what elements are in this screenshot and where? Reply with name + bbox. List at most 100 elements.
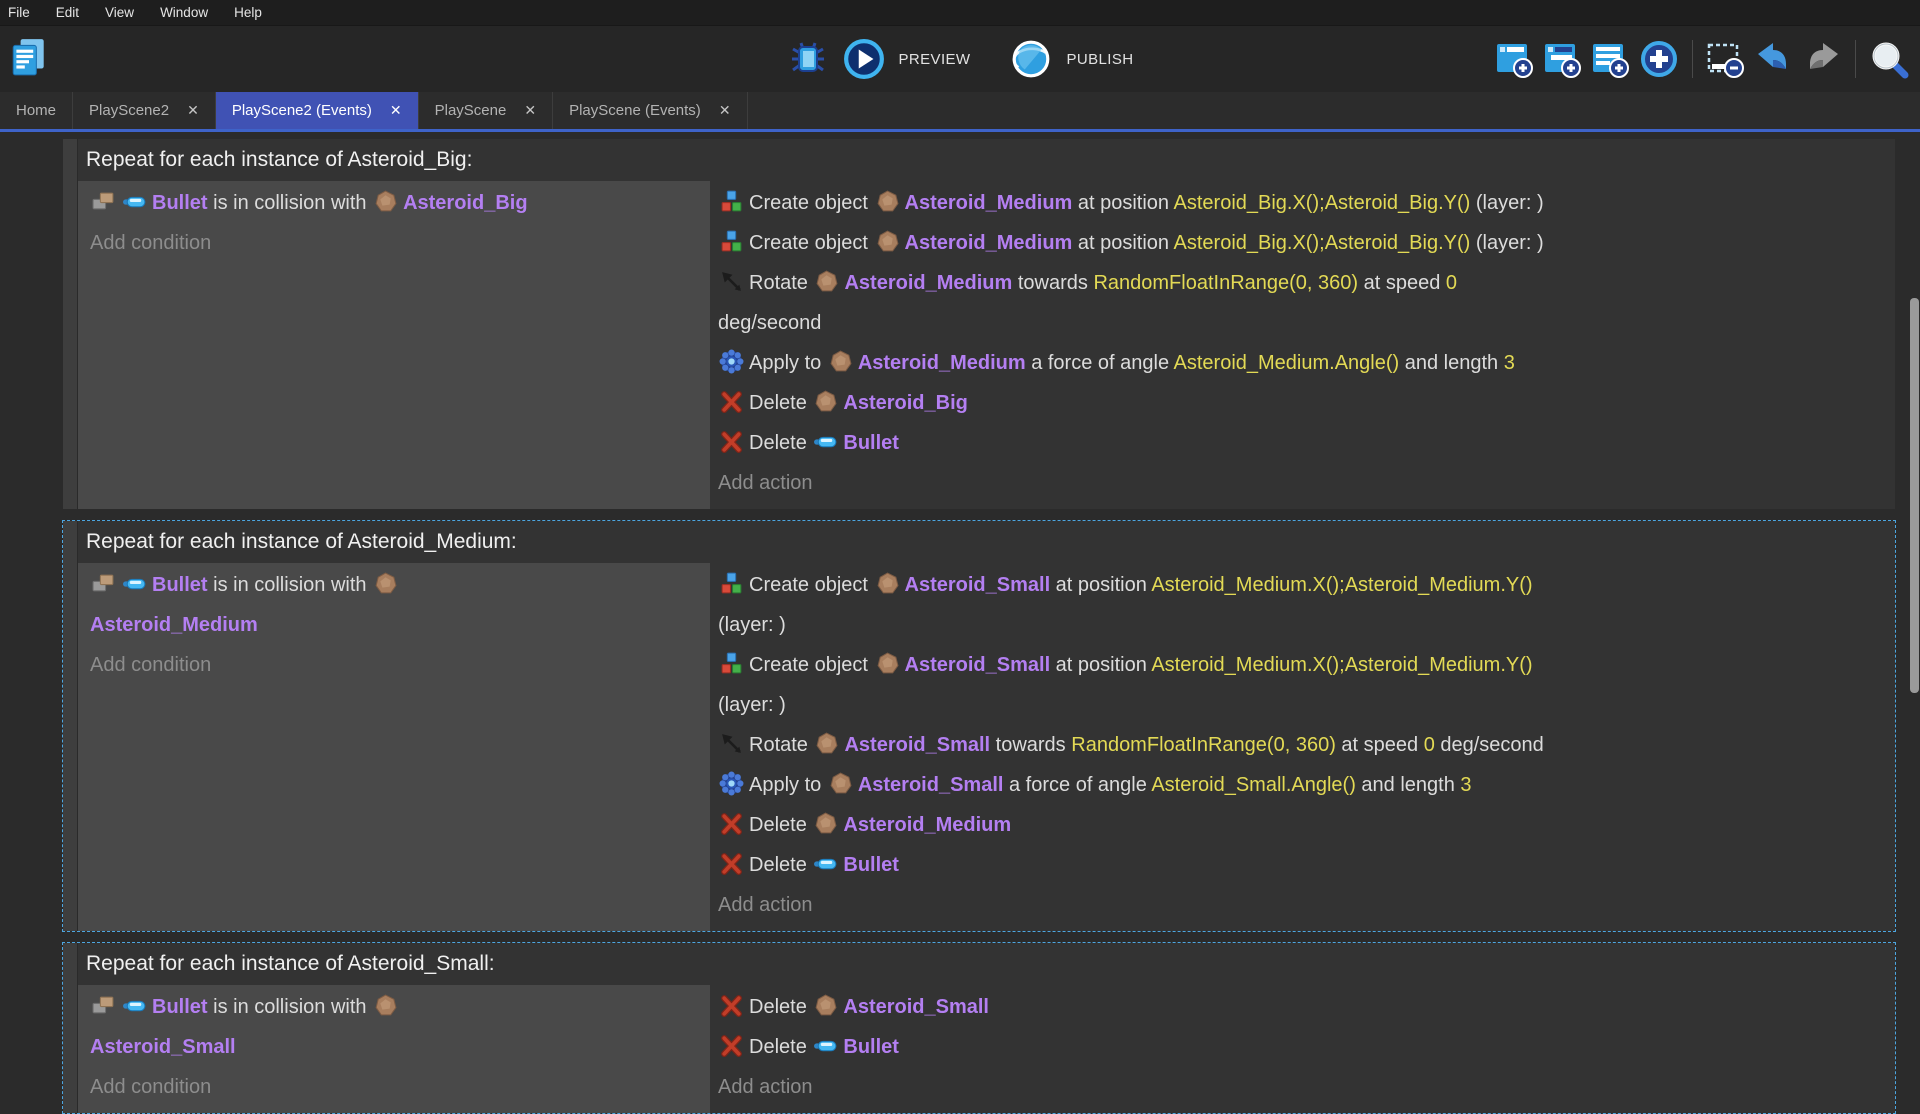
event-body: Repeat for each instance of Asteroid_Big… xyxy=(78,139,1895,509)
add-sub-event-icon[interactable] xyxy=(1542,38,1584,80)
expression: Asteroid_Medium.Angle() xyxy=(1174,352,1400,374)
tab-bar: HomePlayScene2✕PlayScene2 (Events)✕PlayS… xyxy=(0,92,1920,129)
add-action-button[interactable]: Add action xyxy=(718,463,1889,503)
action-row[interactable]: Rotate Asteroid_Small towards RandomFloa… xyxy=(718,725,1889,765)
action-row-line: Apply to Asteroid_Medium a force of angl… xyxy=(718,343,1889,383)
action-row[interactable]: Apply to Asteroid_Small a force of angle… xyxy=(718,765,1889,805)
action-row[interactable]: Create object Asteroid_Medium at positio… xyxy=(718,183,1889,223)
action-row[interactable]: Create object Asteroid_Medium at positio… xyxy=(718,223,1889,263)
action-row[interactable]: Delete Asteroid_Medium xyxy=(718,805,1889,845)
event-drag-handle[interactable] xyxy=(63,943,78,1113)
add-condition-button[interactable]: Add condition xyxy=(90,1067,704,1107)
project-manager-icon[interactable] xyxy=(8,36,50,78)
asteroid-icon xyxy=(875,228,900,253)
tab-label: PlayScene xyxy=(435,102,507,119)
object-name: Asteroid_Medium xyxy=(905,192,1073,214)
add-action-button[interactable]: Add action xyxy=(718,1067,1889,1107)
add-condition-button[interactable]: Add condition xyxy=(90,223,704,263)
condition-row[interactable]: Bullet is in collision with Asteroid_Sma… xyxy=(90,987,704,1067)
text: Rotate xyxy=(749,734,813,756)
action-row[interactable]: Rotate Asteroid_Medium towards RandomFlo… xyxy=(718,263,1889,343)
tab-home[interactable]: Home xyxy=(0,92,73,129)
action-row[interactable]: Apply to Asteroid_Medium a force of angl… xyxy=(718,343,1889,383)
add-action-button[interactable]: Add action xyxy=(718,885,1889,925)
event-header[interactable]: Repeat for each instance of Asteroid_Big… xyxy=(78,139,1895,181)
event-drag-handle[interactable] xyxy=(63,139,78,509)
event-block-2: Repeat for each instance of Asteroid_Med… xyxy=(62,520,1896,932)
publish-globe-icon[interactable] xyxy=(1010,38,1052,80)
tab-close-icon[interactable]: ✕ xyxy=(390,102,402,119)
remove-event-icon[interactable] xyxy=(1705,38,1747,80)
text: at speed xyxy=(1358,272,1446,294)
object-name: Asteroid_Medium xyxy=(90,614,258,636)
action-row-line: Rotate Asteroid_Medium towards RandomFlo… xyxy=(718,263,1889,303)
asteroid-icon xyxy=(373,188,398,213)
text: Apply to xyxy=(749,774,827,796)
text: a force of angle xyxy=(1003,774,1151,796)
text: Delete xyxy=(749,1036,812,1058)
tab-playscene[interactable]: PlayScene ✕ xyxy=(419,92,553,129)
text: Delete xyxy=(749,996,812,1018)
text: Delete xyxy=(749,814,812,836)
event-header[interactable]: Repeat for each instance of Asteroid_Sma… xyxy=(78,943,1895,985)
tab-close-icon[interactable]: ✕ xyxy=(524,102,536,119)
preview-play-icon[interactable] xyxy=(843,38,885,80)
object-name: Asteroid_Small xyxy=(905,654,1051,676)
debugger-icon[interactable] xyxy=(787,38,829,80)
expression: Asteroid_Small.Angle() xyxy=(1151,774,1356,796)
action-row[interactable]: Delete Bullet xyxy=(718,423,1889,463)
condition-row[interactable]: Bullet is in collision with Asteroid_Med… xyxy=(90,565,704,645)
add-event-icon[interactable] xyxy=(1494,38,1536,80)
undo-icon[interactable] xyxy=(1753,38,1795,80)
tab-playscene2-events-[interactable]: PlayScene2 (Events)✕ xyxy=(216,92,419,129)
action-row-line: Create object Asteroid_Medium at positio… xyxy=(718,223,1889,263)
action-row-line: Delete Asteroid_Small xyxy=(718,987,1889,1027)
text: and length xyxy=(1356,774,1461,796)
text: (layer: ) xyxy=(718,614,786,636)
text: Rotate xyxy=(749,272,813,294)
search-icon[interactable] xyxy=(1868,38,1910,80)
tab-playscene2[interactable]: PlayScene2✕ xyxy=(73,92,216,129)
menu-view[interactable]: View xyxy=(105,5,134,20)
object-name: Asteroid_Small xyxy=(843,996,989,1018)
text: at position xyxy=(1050,574,1151,596)
menu-window[interactable]: Window xyxy=(160,5,208,20)
action-row-line: Create object Asteroid_Small at position… xyxy=(718,565,1889,605)
action-row[interactable]: Delete Bullet xyxy=(718,845,1889,885)
text: towards xyxy=(1012,272,1093,294)
text: is in collision with xyxy=(208,996,373,1018)
tab-close-icon[interactable]: ✕ xyxy=(187,102,199,119)
asteroid-icon xyxy=(813,992,838,1017)
bullet-icon xyxy=(122,188,147,213)
redo-icon[interactable] xyxy=(1801,38,1843,80)
menu-help[interactable]: Help xyxy=(234,5,262,20)
menu-file[interactable]: File xyxy=(8,5,30,20)
expression: RandomFloatInRange(0, 360) xyxy=(1071,734,1336,756)
menu-edit[interactable]: Edit xyxy=(56,5,79,20)
text: Create object xyxy=(749,232,874,254)
action-row[interactable]: Create object Asteroid_Small at position… xyxy=(718,565,1889,645)
collision-icon xyxy=(91,570,116,595)
action-row[interactable]: Create object Asteroid_Small at position… xyxy=(718,645,1889,725)
tab-playscene-events-[interactable]: PlayScene (Events)✕ xyxy=(553,92,747,129)
add-condition-button[interactable]: Add condition xyxy=(90,645,704,685)
rotate-icon xyxy=(719,730,744,755)
add-other-event-icon[interactable] xyxy=(1638,38,1680,80)
action-row[interactable]: Delete Asteroid_Small xyxy=(718,987,1889,1027)
asteroid-icon xyxy=(828,348,853,373)
preview-button[interactable]: PREVIEW xyxy=(899,51,971,68)
tab-close-icon[interactable]: ✕ xyxy=(719,102,731,119)
action-row[interactable]: Delete Bullet xyxy=(718,1027,1889,1067)
actions-column: Create object Asteroid_Small at position… xyxy=(710,563,1895,931)
event-drag-handle[interactable] xyxy=(63,521,78,931)
text: at position xyxy=(1050,654,1151,676)
condition-row[interactable]: Bullet is in collision with Asteroid_Big xyxy=(90,183,704,223)
delete-icon xyxy=(719,810,744,835)
object-name: Asteroid_Small xyxy=(858,774,1004,796)
add-comment-icon[interactable] xyxy=(1590,38,1632,80)
event-header[interactable]: Repeat for each instance of Asteroid_Med… xyxy=(78,521,1895,563)
vertical-scrollbar[interactable] xyxy=(1910,298,1919,693)
publish-button[interactable]: PUBLISH xyxy=(1066,51,1133,68)
text: Apply to xyxy=(749,352,827,374)
action-row[interactable]: Delete Asteroid_Big xyxy=(718,383,1889,423)
